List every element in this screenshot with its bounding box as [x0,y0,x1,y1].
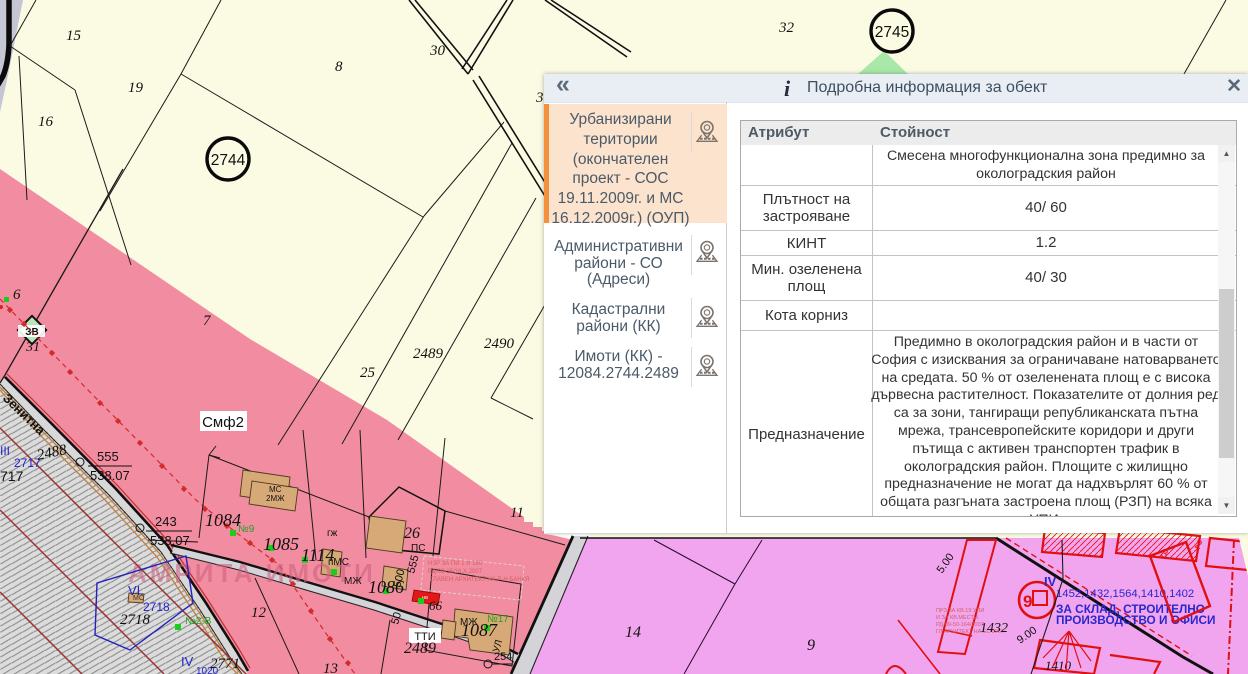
svg-text:2489: 2489 [404,640,436,657]
svg-text:1085: 1085 [263,534,299,554]
svg-text:гж: гж [327,528,338,539]
svg-text:3: 3 [535,90,544,106]
svg-text:пМС: пМС [328,557,349,568]
svg-text:13: 13 [323,661,338,674]
svg-text:12: 12 [251,605,267,621]
svg-text:19: 19 [128,80,144,96]
svg-text:1410: 1410 [1045,658,1072,673]
svg-text:РД-09-15/16.X.2007: РД-09-15/16.X.2007 [428,569,483,575]
svg-text:26: 26 [404,525,420,542]
svg-text:ГЛАВЕН АРХИТЕКТ НА Р-Н БАНКЯ: ГЛАВЕН АРХИТЕКТ НА Р-Н БАНКЯ [430,577,529,583]
svg-text:1020: 1020 [196,666,219,674]
svg-text:2744: 2744 [211,152,246,169]
svg-text:2718: 2718 [120,612,151,628]
svg-text:IV: IV [181,654,194,669]
svg-text:№2-В: №2-В [185,616,212,627]
svg-text:9: 9 [807,637,815,654]
svg-text:30: 30 [429,43,446,59]
svg-text:МЖ: МЖ [460,617,478,628]
svg-text:15: 15 [66,28,82,44]
svg-text:IV: IV [1044,574,1057,589]
svg-text:25: 25 [360,365,376,381]
svg-text:Смф2: Смф2 [202,414,244,431]
svg-text:11: 11 [510,505,524,521]
svg-text:66: 66 [429,598,443,613]
svg-text:1432: 1432 [980,621,1008,636]
svg-text:254: 254 [494,651,512,663]
svg-text:8: 8 [335,59,343,75]
svg-text:№17: №17 [487,614,509,625]
svg-text:III: III [0,444,10,458]
svg-text:НЗР ЗА ПИ 1 И 160: НЗР ЗА ПИ 1 И 160 [428,561,483,567]
svg-text:555: 555 [97,449,119,464]
svg-text:6: 6 [13,287,21,303]
svg-text:РД-09-50-164/2007: РД-09-50-164/2007 [936,622,984,628]
svg-text:9: 9 [1023,592,1032,611]
svg-text:32: 32 [778,20,795,36]
svg-text:2МЖ: 2МЖ [266,494,285,503]
svg-text:ПРЗ ЗА КВ.19 УПИ: ПРЗ ЗА КВ.19 УПИ [936,608,984,614]
svg-text:МЖ: МЖ [344,576,362,587]
svg-text:1084: 1084 [205,510,241,530]
svg-text:31: 31 [25,340,40,355]
svg-text:МС: МС [269,485,282,494]
svg-text:2745: 2745 [875,24,909,41]
svg-text:538.07: 538.07 [90,468,130,483]
svg-text:ПС: ПС [411,543,425,554]
svg-text:1452,1432,1564,1410,1402: 1452,1432,1564,1410,1402 [1056,588,1194,600]
svg-text:16: 16 [38,114,54,130]
svg-text:И ЗА КВ.МЕСТН.: И ЗА КВ.МЕСТН. [936,615,980,621]
svg-text:14: 14 [625,624,641,641]
svg-text:1086: 1086 [368,577,404,597]
svg-text:717: 717 [0,468,24,484]
svg-text:243: 243 [155,514,177,529]
svg-text:2490: 2490 [484,336,515,352]
svg-text:2489: 2489 [413,346,444,362]
svg-text:№9: №9 [238,524,255,535]
